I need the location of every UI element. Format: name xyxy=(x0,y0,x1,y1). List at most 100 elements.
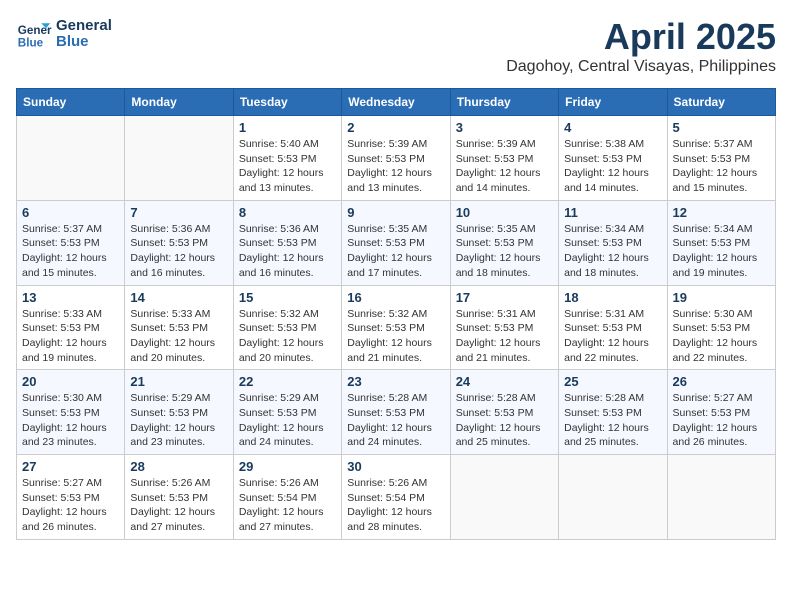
day-info: Sunrise: 5:39 AM Sunset: 5:53 PM Dayligh… xyxy=(456,137,553,196)
day-info: Sunrise: 5:34 AM Sunset: 5:53 PM Dayligh… xyxy=(673,222,770,281)
day-number: 19 xyxy=(673,290,770,305)
day-info: Sunrise: 5:37 AM Sunset: 5:53 PM Dayligh… xyxy=(22,222,119,281)
day-number: 8 xyxy=(239,205,336,220)
header-day-monday: Monday xyxy=(125,89,233,116)
header-day-sunday: Sunday xyxy=(17,89,125,116)
day-number: 30 xyxy=(347,459,444,474)
calendar-cell: 16 Sunrise: 5:32 AM Sunset: 5:53 PM Dayli… xyxy=(342,285,450,370)
calendar-cell: 13 Sunrise: 5:33 AM Sunset: 5:53 PM Dayli… xyxy=(17,285,125,370)
calendar-cell: 2Sunrise: 5:39 AM Sunset: 5:53 PM Daylig… xyxy=(342,116,450,201)
calendar-cell: 1 Sunrise: 5:40 AM Sunset: 5:53 PM Daylig… xyxy=(233,116,341,201)
day-info: Sunrise: 5:37 AM Sunset: 5:53 PM Dayligh… xyxy=(673,137,770,196)
day-info: Sunrise: 5:40 AM Sunset: 5:53 PM Dayligh… xyxy=(239,137,336,196)
day-number: 21 xyxy=(130,374,227,389)
day-number: 12 xyxy=(673,205,770,220)
day-info: Sunrise: 5:26 AM Sunset: 5:53 PM Dayligh… xyxy=(130,476,227,535)
day-info: Sunrise: 5:28 AM Sunset: 5:53 PM Dayligh… xyxy=(347,391,444,450)
day-number: 26 xyxy=(673,374,770,389)
calendar-cell: 24Sunrise: 5:28 AM Sunset: 5:53 PM Dayli… xyxy=(450,370,558,455)
calendar-cell: 15Sunrise: 5:32 AM Sunset: 5:53 PM Dayli… xyxy=(233,285,341,370)
day-info: Sunrise: 5:29 AM Sunset: 5:53 PM Dayligh… xyxy=(239,391,336,450)
calendar-week-2: 6 Sunrise: 5:37 AM Sunset: 5:53 PM Daylig… xyxy=(17,200,776,285)
day-info: Sunrise: 5:30 AM Sunset: 5:53 PM Dayligh… xyxy=(22,391,119,450)
day-number: 27 xyxy=(22,459,119,474)
day-number: 1 xyxy=(239,120,336,135)
day-info: Sunrise: 5:29 AM Sunset: 5:53 PM Dayligh… xyxy=(130,391,227,450)
calendar-cell: 28 Sunrise: 5:26 AM Sunset: 5:53 PM Dayli… xyxy=(125,455,233,540)
calendar-cell: 11 Sunrise: 5:34 AM Sunset: 5:53 PM Dayli… xyxy=(559,200,667,285)
page-header: General Blue General Blue April 2025 Dag… xyxy=(16,16,776,76)
calendar-subtitle: Dagohoy, Central Visayas, Philippines xyxy=(506,58,776,76)
day-number: 13 xyxy=(22,290,119,305)
calendar-cell: 29 Sunrise: 5:26 AM Sunset: 5:54 PM Dayli… xyxy=(233,455,341,540)
calendar-cell: 7 Sunrise: 5:36 AM Sunset: 5:53 PM Daylig… xyxy=(125,200,233,285)
day-info: Sunrise: 5:36 AM Sunset: 5:53 PM Dayligh… xyxy=(130,222,227,281)
header-day-thursday: Thursday xyxy=(450,89,558,116)
day-number: 7 xyxy=(130,205,227,220)
day-number: 22 xyxy=(239,374,336,389)
day-number: 25 xyxy=(564,374,661,389)
day-info: Sunrise: 5:31 AM Sunset: 5:53 PM Dayligh… xyxy=(456,307,553,366)
header-day-friday: Friday xyxy=(559,89,667,116)
calendar-week-4: 20Sunrise: 5:30 AM Sunset: 5:53 PM Dayli… xyxy=(17,370,776,455)
calendar-cell: 4 Sunrise: 5:38 AM Sunset: 5:53 PM Daylig… xyxy=(559,116,667,201)
calendar-cell: 19 Sunrise: 5:30 AM Sunset: 5:53 PM Dayli… xyxy=(667,285,775,370)
day-number: 4 xyxy=(564,120,661,135)
calendar-cell xyxy=(559,455,667,540)
day-info: Sunrise: 5:31 AM Sunset: 5:53 PM Dayligh… xyxy=(564,307,661,366)
calendar-cell: 27Sunrise: 5:27 AM Sunset: 5:53 PM Dayli… xyxy=(17,455,125,540)
calendar-cell: 30 Sunrise: 5:26 AM Sunset: 5:54 PM Dayli… xyxy=(342,455,450,540)
day-info: Sunrise: 5:28 AM Sunset: 5:53 PM Dayligh… xyxy=(456,391,553,450)
day-info: Sunrise: 5:27 AM Sunset: 5:53 PM Dayligh… xyxy=(673,391,770,450)
calendar-cell: 14 Sunrise: 5:33 AM Sunset: 5:53 PM Dayli… xyxy=(125,285,233,370)
day-number: 9 xyxy=(347,205,444,220)
calendar-cell: 21 Sunrise: 5:29 AM Sunset: 5:53 PM Dayli… xyxy=(125,370,233,455)
calendar-week-5: 27Sunrise: 5:27 AM Sunset: 5:53 PM Dayli… xyxy=(17,455,776,540)
day-number: 29 xyxy=(239,459,336,474)
day-info: Sunrise: 5:32 AM Sunset: 5:53 PM Dayligh… xyxy=(347,307,444,366)
calendar-cell: 22 Sunrise: 5:29 AM Sunset: 5:53 PM Dayli… xyxy=(233,370,341,455)
header-day-saturday: Saturday xyxy=(667,89,775,116)
day-number: 28 xyxy=(130,459,227,474)
calendar-cell: 5 Sunrise: 5:37 AM Sunset: 5:53 PM Daylig… xyxy=(667,116,775,201)
day-info: Sunrise: 5:33 AM Sunset: 5:53 PM Dayligh… xyxy=(22,307,119,366)
calendar-cell xyxy=(667,455,775,540)
day-number: 6 xyxy=(22,205,119,220)
calendar-cell xyxy=(17,116,125,201)
day-info: Sunrise: 5:26 AM Sunset: 5:54 PM Dayligh… xyxy=(347,476,444,535)
day-info: Sunrise: 5:35 AM Sunset: 5:53 PM Dayligh… xyxy=(347,222,444,281)
logo-blue: Blue xyxy=(56,34,112,51)
logo-icon: General Blue xyxy=(16,16,52,52)
header-day-tuesday: Tuesday xyxy=(233,89,341,116)
title-area: April 2025 Dagohoy, Central Visayas, Phi… xyxy=(506,16,776,76)
calendar-cell xyxy=(450,455,558,540)
day-info: Sunrise: 5:30 AM Sunset: 5:53 PM Dayligh… xyxy=(673,307,770,366)
calendar-cell: 6 Sunrise: 5:37 AM Sunset: 5:53 PM Daylig… xyxy=(17,200,125,285)
day-info: Sunrise: 5:34 AM Sunset: 5:53 PM Dayligh… xyxy=(564,222,661,281)
day-info: Sunrise: 5:39 AM Sunset: 5:53 PM Dayligh… xyxy=(347,137,444,196)
day-number: 16 xyxy=(347,290,444,305)
calendar-cell: 26 Sunrise: 5:27 AM Sunset: 5:53 PM Dayli… xyxy=(667,370,775,455)
day-number: 11 xyxy=(564,205,661,220)
calendar-week-1: 1 Sunrise: 5:40 AM Sunset: 5:53 PM Daylig… xyxy=(17,116,776,201)
svg-text:Blue: Blue xyxy=(18,37,44,50)
day-info: Sunrise: 5:26 AM Sunset: 5:54 PM Dayligh… xyxy=(239,476,336,535)
calendar-cell: 17Sunrise: 5:31 AM Sunset: 5:53 PM Dayli… xyxy=(450,285,558,370)
calendar-body: 1 Sunrise: 5:40 AM Sunset: 5:53 PM Daylig… xyxy=(17,116,776,540)
day-number: 10 xyxy=(456,205,553,220)
day-info: Sunrise: 5:35 AM Sunset: 5:53 PM Dayligh… xyxy=(456,222,553,281)
day-info: Sunrise: 5:38 AM Sunset: 5:53 PM Dayligh… xyxy=(564,137,661,196)
day-number: 5 xyxy=(673,120,770,135)
calendar-cell: 10 Sunrise: 5:35 AM Sunset: 5:53 PM Dayli… xyxy=(450,200,558,285)
calendar-cell: 20Sunrise: 5:30 AM Sunset: 5:53 PM Dayli… xyxy=(17,370,125,455)
day-number: 23 xyxy=(347,374,444,389)
calendar-cell xyxy=(125,116,233,201)
day-number: 15 xyxy=(239,290,336,305)
day-info: Sunrise: 5:33 AM Sunset: 5:53 PM Dayligh… xyxy=(130,307,227,366)
calendar-cell: 3Sunrise: 5:39 AM Sunset: 5:53 PM Daylig… xyxy=(450,116,558,201)
header-day-wednesday: Wednesday xyxy=(342,89,450,116)
day-info: Sunrise: 5:36 AM Sunset: 5:53 PM Dayligh… xyxy=(239,222,336,281)
calendar-title: April 2025 xyxy=(506,16,776,58)
day-number: 14 xyxy=(130,290,227,305)
calendar-table: SundayMondayTuesdayWednesdayThursdayFrid… xyxy=(16,88,776,540)
